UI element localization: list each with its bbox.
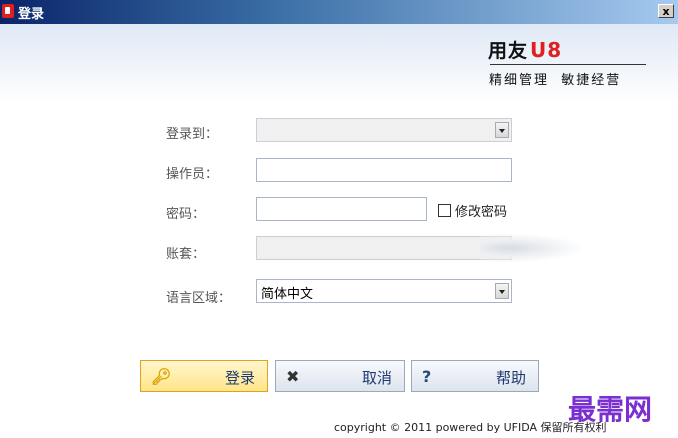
account-label: 账套： — [166, 247, 206, 262]
account-select[interactable] — [256, 236, 512, 260]
title-bar: 登录 x — [0, 0, 678, 24]
chevron-down-icon[interactable] — [495, 122, 509, 138]
login-to-label: 登录到： — [166, 127, 219, 142]
operator-label: 操作员： — [166, 167, 219, 182]
key-icon: 🔑︎ — [151, 367, 172, 386]
cancel-button[interactable]: ✖ 取消 — [275, 360, 405, 392]
cancel-button-label: 取消 — [361, 369, 392, 387]
login-to-select[interactable] — [256, 118, 512, 142]
logo-divider — [490, 64, 646, 65]
login-button-label: 登录 — [224, 369, 255, 387]
operator-input[interactable] — [256, 158, 512, 182]
change-password-checkbox[interactable]: 修改密码 — [438, 201, 507, 220]
brand-logo: 用友 U8 — [488, 36, 562, 63]
brand-slogan: 精细管理 敏捷经营 — [489, 73, 622, 88]
language-value: 简体中文 — [261, 287, 314, 302]
app-icon — [2, 4, 14, 18]
chevron-down-icon[interactable] — [495, 283, 509, 299]
change-password-label: 修改密码 — [455, 205, 508, 220]
help-icon: ? — [422, 367, 432, 386]
close-button[interactable]: x — [658, 4, 674, 18]
checkbox-icon[interactable] — [438, 204, 451, 217]
watermark: 最需网 — [568, 393, 653, 426]
window-title: 登录 — [18, 7, 45, 22]
brand-product: U8 — [530, 38, 563, 62]
help-button-label: 帮助 — [495, 369, 526, 387]
help-button[interactable]: ? 帮助 — [411, 360, 539, 392]
copyright-text: copyright © 2011 powered by UFIDA 保留所有权利 — [334, 421, 607, 434]
redacted-area — [480, 234, 580, 262]
close-icon: ✖ — [286, 367, 300, 386]
brand-name: 用友 — [488, 40, 529, 62]
language-select[interactable]: 简体中文 — [256, 279, 512, 303]
login-button[interactable]: 🔑︎ 登录 — [140, 360, 268, 392]
header-banner — [0, 24, 678, 102]
language-label: 语言区域： — [166, 291, 232, 306]
password-label: 密码： — [166, 207, 206, 222]
password-input[interactable] — [256, 197, 427, 221]
